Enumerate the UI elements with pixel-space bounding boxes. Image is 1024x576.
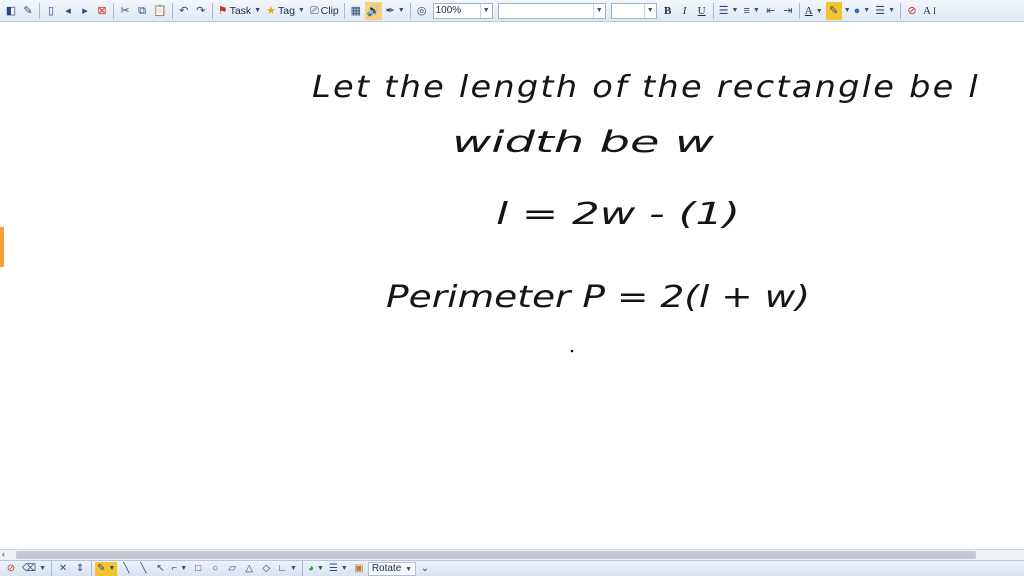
elbow-connector-icon[interactable]: ⌐ ▼: [169, 562, 189, 576]
increase-indent-icon[interactable]: ⇥: [780, 2, 796, 20]
line-style-icon[interactable]: ☰ ▼: [327, 562, 350, 576]
next-page-icon[interactable]: ▸: [77, 2, 93, 20]
parallelogram-icon[interactable]: ▱: [224, 562, 240, 576]
note-line-2: width be w: [452, 125, 714, 159]
tag-label: Tag: [277, 4, 295, 17]
chevron-down-icon[interactable]: ▼: [844, 7, 851, 14]
lasso-icon[interactable]: ⊘: [904, 2, 920, 20]
toolbar-separator: [301, 561, 303, 576]
eraser-icon[interactable]: ◧: [3, 2, 19, 20]
text-color-button[interactable]: A ▼: [803, 2, 825, 20]
main-toolbar: ◧ ✎ ▯ ◂ ▸ ⊠ ✂ ⧉ 📋 ↶ ↷ ⚑ Task ▼ ★ Tag ▼ ⎚…: [0, 0, 1024, 22]
more-icon[interactable]: ⌄: [417, 562, 433, 576]
ink-dot: [570, 349, 574, 353]
task-button[interactable]: ⚑ Task ▼: [216, 2, 263, 20]
toolbar-separator: [51, 561, 53, 576]
rotate-label: Rotate: [371, 562, 402, 574]
insert-space-icon[interactable]: ⇕: [72, 562, 88, 576]
audio-icon[interactable]: 🔊: [364, 1, 383, 20]
highlighter-icon[interactable]: ✎: [825, 1, 842, 20]
rectangle-icon[interactable]: □: [190, 562, 206, 576]
horizontal-scrollbar[interactable]: ‹: [0, 549, 1024, 560]
diamond-icon[interactable]: ◇: [258, 562, 274, 576]
text-color-label: A: [804, 4, 813, 17]
italic-button[interactable]: I: [677, 2, 693, 20]
decrease-indent-icon[interactable]: ⇤: [763, 2, 779, 20]
toolbar-separator: [343, 2, 345, 19]
toolbar-separator: [91, 561, 93, 576]
copy-icon[interactable]: ⧉: [134, 2, 150, 20]
note-line-3: l = 2w - (1): [496, 197, 740, 232]
handwriting-layer: Let the length of the rectangle be l wid…: [312, 70, 980, 353]
ai-text-button[interactable]: AI: [921, 2, 938, 20]
chevron-down-icon[interactable]: ▼: [592, 3, 603, 18]
bold-button[interactable]: B: [660, 2, 676, 20]
chevron-down-icon[interactable]: ▼: [816, 2, 823, 20]
pen-color-icon[interactable]: ● ▼: [852, 2, 873, 20]
toolbar-separator: [171, 2, 173, 19]
toolbar-separator: [39, 2, 40, 19]
chevron-down-icon[interactable]: ▼: [643, 3, 654, 18]
arrow-line-icon[interactable]: ↖: [152, 562, 168, 576]
toolbar-separator: [211, 2, 213, 19]
redo-icon[interactable]: ↷: [193, 2, 209, 20]
chevron-down-icon[interactable]: ▼: [405, 566, 412, 573]
toolbar-separator: [113, 2, 114, 19]
clip-icon: ⎚: [309, 4, 319, 17]
numbered-list-icon[interactable]: ≡ ▼: [741, 2, 761, 20]
task-label: Task: [229, 4, 252, 17]
axis-icon[interactable]: ∟ ▼: [275, 562, 299, 576]
toolbar-separator: [712, 2, 714, 19]
star-icon: ★: [266, 4, 276, 17]
web-icon[interactable]: ◎: [414, 2, 430, 20]
scrollbar-thumb[interactable]: [16, 551, 976, 559]
flag-icon: ⚑: [217, 4, 228, 17]
image-icon[interactable]: ▣: [351, 562, 367, 576]
toolbar-separator: [409, 2, 411, 19]
toolbar-separator: [798, 2, 800, 19]
triangle-icon[interactable]: △: [241, 562, 257, 576]
scroll-left-icon[interactable]: ‹: [2, 549, 5, 559]
chevron-down-icon[interactable]: ▼: [254, 2, 261, 20]
pen-icon[interactable]: ✎: [20, 2, 36, 20]
zoom-value: 100%: [435, 5, 462, 16]
clip-button[interactable]: ⎚ Clip: [308, 2, 341, 20]
color-wheel-icon[interactable]: ◕ ▼: [306, 562, 326, 576]
undo-icon[interactable]: ↶: [176, 2, 192, 20]
note-line-1: Let the length of the rectangle be l: [312, 70, 980, 105]
clip-label: Clip: [320, 4, 339, 17]
line-icon[interactable]: ╲: [118, 562, 134, 576]
font-size-select[interactable]: ▼: [610, 2, 657, 19]
delete-icon[interactable]: ✕: [55, 562, 71, 576]
chevron-down-icon[interactable]: ▼: [479, 3, 490, 18]
toolbar-separator: [900, 2, 902, 19]
cut-icon[interactable]: ✂: [117, 2, 133, 20]
note-line-4: Perimeter P = 2(l + w): [386, 280, 810, 315]
line-thin-icon[interactable]: ╲: [135, 562, 151, 576]
delete-page-icon[interactable]: ⊠: [94, 2, 110, 20]
drawing-toolbar: ⊘ ⌫ ▼ ✕ ⇕ ✎ ▼ ╲ ╲ ↖ ⌐ ▼ □ ○ ▱ △ ◇ ∟ ▼ ◕ ▼ ☰ ▼ …: [0, 560, 1024, 576]
chevron-down-icon[interactable]: ▼: [298, 2, 305, 20]
ellipse-icon[interactable]: ○: [207, 562, 223, 576]
eraser-tool-icon[interactable]: ⌫ ▼: [20, 562, 48, 576]
highlighter-tool-icon[interactable]: ✎ ▼: [95, 561, 118, 576]
paste-icon[interactable]: 📋: [151, 2, 169, 20]
ai-label: A: [923, 4, 931, 17]
lasso-select-icon[interactable]: ⊘: [3, 562, 19, 576]
line-weight-icon[interactable]: ☰ ▼: [873, 2, 897, 20]
note-canvas[interactable]: Let the length of the rectangle be l wid…: [0, 22, 1024, 549]
new-page-icon[interactable]: ▯: [43, 2, 59, 20]
rotate-button[interactable]: Rotate ▼: [367, 561, 416, 576]
tag-button[interactable]: ★ Tag ▼: [264, 2, 307, 20]
previous-page-icon[interactable]: ◂: [60, 2, 76, 20]
font-name-select[interactable]: ▼: [497, 2, 606, 19]
table-icon[interactable]: ▦: [348, 2, 364, 20]
pen-tool-icon[interactable]: ✒ ▼: [383, 2, 406, 20]
zoom-select[interactable]: 100% ▼: [432, 2, 493, 19]
underline-button[interactable]: U: [694, 2, 710, 20]
bullet-list-icon[interactable]: ☰ ▼: [717, 2, 741, 20]
